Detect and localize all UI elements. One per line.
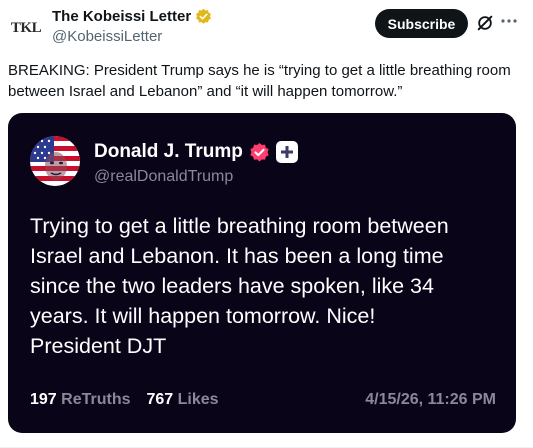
author-name-row: The Kobeissi Letter: [52, 8, 212, 25]
truth-author-name: Donald J. Trump: [94, 141, 243, 162]
likes-count: 767: [146, 391, 174, 408]
truth-post-line: Israel and Lebanon. It has been a long t…: [30, 244, 444, 268]
author-handle[interactable]: @KobeissiLetter: [52, 28, 162, 45]
grok-icon[interactable]: [476, 14, 494, 32]
subscribe-button[interactable]: Subscribe: [375, 9, 468, 38]
ellipsis-icon: [501, 19, 517, 23]
truth-footer: 197 ReTruths 767 Likes 4/15/26, 11:26 PM: [30, 391, 496, 409]
flag-face-avatar-image: [30, 136, 80, 186]
author-name[interactable]: The Kobeissi Letter: [52, 8, 191, 25]
truth-plus-icon: [275, 141, 298, 163]
tweet-text: BREAKING: President Trump says he is “tr…: [8, 62, 511, 100]
truth-post-text: Trying to get a little breathing room be…: [30, 211, 500, 361]
retruths-count: 197: [30, 391, 57, 408]
retruths-stat: 197 ReTruths: [30, 391, 131, 409]
author-avatar[interactable]: TKL: [6, 8, 46, 48]
truth-name-row: Donald J. Trump: [94, 141, 298, 163]
likes-label: Likes: [177, 391, 219, 408]
truth-avatar: [30, 136, 80, 186]
tweet-card: TKL The Kobeissi Letter @KobeissiLetter …: [0, 0, 533, 448]
truth-verified-icon: [250, 142, 269, 161]
truth-post-line: since the two leaders have spoken, like …: [30, 274, 434, 298]
truth-post-line: Trying to get a little breathing room be…: [30, 214, 449, 238]
truth-post-line: years. It will happen tomorrow. Nice!: [30, 304, 376, 328]
avatar-logo-text: TKL: [10, 19, 42, 36]
truth-author-handle: @realDonaldTrump: [94, 168, 234, 185]
truth-social-screenshot[interactable]: Donald J. Trump @realDonaldTrump Trying …: [8, 113, 516, 433]
more-icon[interactable]: [500, 12, 518, 32]
plus-icon: [280, 146, 293, 158]
likes-stat: 767 Likes: [147, 391, 219, 409]
verified-badge-icon: [196, 8, 212, 24]
truth-post-line: President DJT: [30, 334, 167, 358]
truth-post-date: 4/15/26, 11:26 PM: [365, 391, 496, 408]
retruths-label: ReTruths: [61, 391, 131, 408]
